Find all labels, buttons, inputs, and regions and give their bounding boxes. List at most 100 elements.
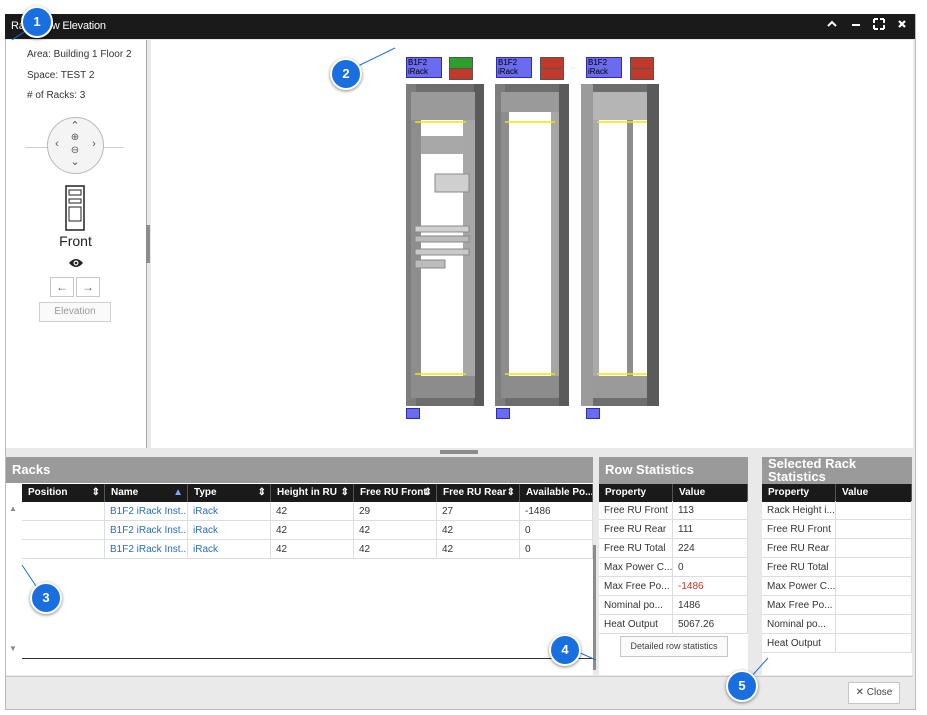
vertical-splitter[interactable] bbox=[146, 225, 150, 263]
stat-value bbox=[836, 577, 912, 596]
rack-label-3[interactable]: B1F2 iRack Instance 3 bbox=[586, 57, 622, 78]
horizontal-splitter[interactable] bbox=[440, 450, 478, 454]
stat-property: Free RU Front bbox=[762, 520, 836, 539]
rack-type-link[interactable]: iRack bbox=[188, 521, 271, 540]
rack-instance-3[interactable] bbox=[581, 84, 659, 406]
callout-badge: 4 bbox=[549, 634, 581, 666]
rack-label-1[interactable]: B1F2 iRack Instance 1 bbox=[496, 57, 532, 78]
sort-icon: ⇕ bbox=[91, 487, 100, 498]
space-info: Space: TEST 2 bbox=[27, 70, 95, 81]
cell-free-ru-front: 42 bbox=[354, 521, 437, 540]
cell-position bbox=[22, 521, 105, 540]
navigation-pad[interactable]: ⌃ ‹ › ⌄ ⊕ ⊖ bbox=[47, 117, 104, 174]
scroll-up-icon[interactable]: ▲ bbox=[9, 504, 17, 513]
stat-property: Nominal po... bbox=[599, 596, 673, 615]
arrow-left-icon: ← bbox=[56, 280, 68, 294]
stat-property: Free RU Total bbox=[762, 558, 836, 577]
view-control-panel: Area: Building 1 Floor 2 Space: TEST 2 #… bbox=[6, 40, 147, 448]
stat-property: Max Power C... bbox=[762, 577, 836, 596]
panel-splitter[interactable] bbox=[593, 545, 596, 670]
selected-rack-statistics-title: Selected Rack Statistics bbox=[762, 457, 912, 484]
view-side-label: Front bbox=[59, 233, 92, 249]
eye-icon[interactable] bbox=[68, 257, 84, 272]
stat-value bbox=[836, 634, 912, 653]
callout-badge: 5 bbox=[726, 670, 758, 702]
chevron-up-icon[interactable] bbox=[824, 18, 840, 34]
table-scrollbar[interactable]: ▲ ▼ bbox=[6, 502, 21, 658]
arrow-right-icon: → bbox=[82, 280, 94, 294]
column-header-property: Property bbox=[599, 484, 673, 502]
callout-badge: 2 bbox=[330, 58, 362, 90]
stat-value bbox=[836, 615, 912, 634]
column-header-available-power[interactable]: Available Po... bbox=[520, 484, 593, 502]
stat-property: Nominal po... bbox=[762, 615, 836, 634]
zoom-in-icon[interactable]: ⊕ bbox=[69, 132, 81, 144]
column-header-free-ru-rear[interactable]: Free RU Rear ⇕ bbox=[437, 484, 520, 502]
stat-value: 5067.26 bbox=[673, 615, 748, 634]
stat-value: 224 bbox=[673, 539, 748, 558]
cell-free-ru-rear: 27 bbox=[437, 502, 520, 521]
rack-type-link[interactable]: iRack bbox=[188, 502, 271, 521]
pan-left-icon[interactable]: ‹ bbox=[51, 138, 63, 150]
cell-height: 42 bbox=[271, 502, 354, 521]
row-statistics-title: Row Statistics bbox=[599, 457, 748, 484]
stat-property: Max Free Po... bbox=[599, 577, 673, 596]
sort-ascending-icon: ▲ bbox=[173, 487, 183, 498]
detailed-row-statistics-button[interactable]: Detailed row statistics bbox=[620, 636, 728, 657]
stat-value bbox=[836, 520, 912, 539]
column-header-free-ru-front[interactable]: Free RU Front ⇕ bbox=[354, 484, 437, 502]
rack-name-link[interactable]: B1F2 iRack Inst... bbox=[105, 502, 188, 521]
rack-name-link[interactable]: B1F2 iRack Inst... bbox=[105, 540, 188, 559]
elevation-button[interactable]: Elevation bbox=[39, 302, 111, 322]
rack-elevation-canvas[interactable]: B1F2 iRack Instance 0 B1F2 iRack Instanc… bbox=[151, 40, 913, 448]
stat-property: Rack Height i... bbox=[762, 501, 836, 520]
stat-property: Max Power C... bbox=[599, 558, 673, 577]
table-bottom-border bbox=[22, 658, 593, 659]
sort-icon: ⇕ bbox=[506, 487, 515, 498]
cell-position bbox=[22, 502, 105, 521]
stat-value: 111 bbox=[673, 520, 748, 539]
rack-instance-0[interactable] bbox=[406, 84, 484, 406]
rack-footer-box[interactable] bbox=[496, 408, 510, 419]
cell-free-ru-rear: 42 bbox=[437, 521, 520, 540]
rack-label-0[interactable]: B1F2 iRack Instance 0 bbox=[406, 57, 442, 78]
zoom-out-icon[interactable]: ⊖ bbox=[69, 145, 81, 157]
column-header-value: Value bbox=[836, 484, 912, 502]
maximize-icon[interactable] bbox=[871, 18, 887, 34]
sort-icon: ⇕ bbox=[257, 487, 266, 498]
stat-value: 113 bbox=[673, 501, 748, 520]
cell-available-power: 0 bbox=[520, 540, 593, 559]
cell-height: 42 bbox=[271, 521, 354, 540]
rack-status-indicator bbox=[540, 68, 564, 80]
rack-footer-box[interactable] bbox=[586, 408, 600, 419]
column-header-position[interactable]: Position ⇕ bbox=[22, 484, 105, 502]
column-header-height[interactable]: Height in RU ⇕ bbox=[271, 484, 354, 502]
pan-down-icon[interactable]: ⌄ bbox=[69, 156, 81, 168]
column-header-value: Value bbox=[673, 484, 748, 502]
stat-property: Free RU Front bbox=[599, 501, 673, 520]
column-header-type[interactable]: Type ⇕ bbox=[188, 484, 271, 502]
title-bar: Rack Row Elevation bbox=[5, 14, 915, 39]
column-header-property: Property bbox=[762, 484, 836, 502]
close-icon[interactable] bbox=[894, 18, 910, 34]
rack-instance-1[interactable] bbox=[495, 84, 569, 406]
minimize-icon[interactable] bbox=[848, 18, 864, 34]
scroll-down-icon[interactable]: ▼ bbox=[9, 644, 17, 653]
racks-count-info: # of Racks: 3 bbox=[27, 90, 86, 101]
rack-drawing bbox=[406, 84, 659, 406]
next-view-button[interactable]: → bbox=[76, 277, 100, 297]
pan-up-icon[interactable]: ⌃ bbox=[69, 120, 81, 132]
previous-view-button[interactable]: ← bbox=[50, 277, 74, 297]
rack-type-link[interactable]: iRack bbox=[188, 540, 271, 559]
rack-name-link[interactable]: B1F2 iRack Inst... bbox=[105, 521, 188, 540]
stat-value bbox=[836, 539, 912, 558]
stat-property: Free RU Total bbox=[599, 539, 673, 558]
callout-badge: 1 bbox=[21, 6, 53, 38]
stat-value bbox=[836, 558, 912, 577]
pan-right-icon[interactable]: › bbox=[88, 138, 100, 150]
close-button[interactable]: ✕ Close bbox=[848, 682, 900, 704]
rack-footer-box[interactable] bbox=[406, 408, 420, 419]
sort-icon: ⇕ bbox=[340, 487, 349, 498]
column-header-name[interactable]: Name ▲ bbox=[105, 484, 188, 502]
stat-value-negative: -1486 bbox=[673, 577, 748, 596]
